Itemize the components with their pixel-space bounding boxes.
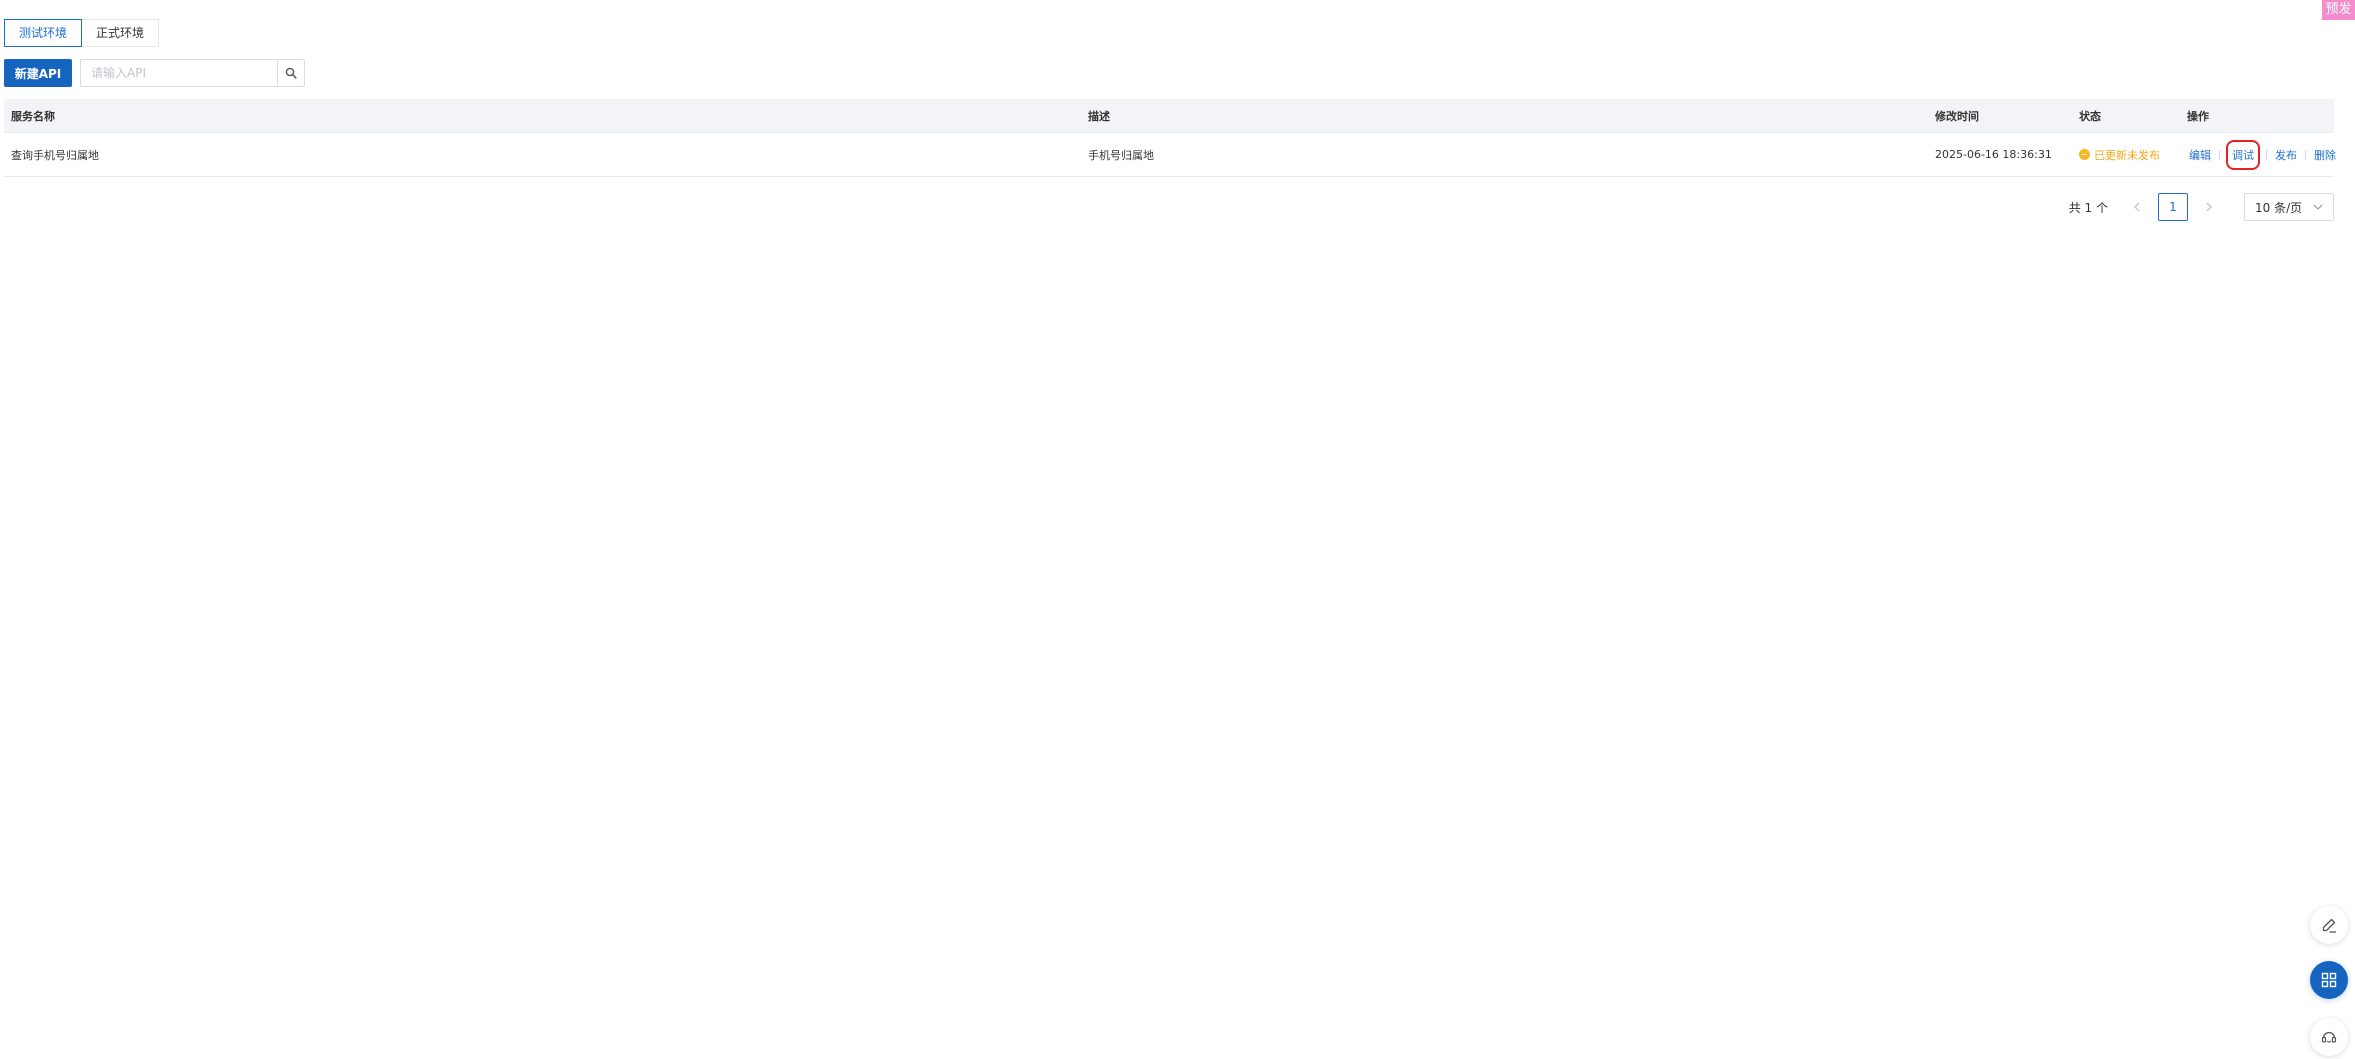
page-number-button[interactable]: 1 <box>2158 193 2188 221</box>
new-api-button[interactable]: 新建API <box>4 59 72 87</box>
chevron-right-icon <box>2206 202 2212 212</box>
column-header-modified-time: 修改时间 <box>1935 109 1979 123</box>
column-header-status: 状态 <box>2079 109 2101 123</box>
grid-apps-icon <box>2321 972 2337 988</box>
tab-test-environment[interactable]: 测试环境 <box>4 19 83 47</box>
feedback-edit-button[interactable] <box>2310 906 2348 944</box>
search-input[interactable] <box>81 60 277 86</box>
chevron-left-icon <box>2134 202 2140 212</box>
actions-cell: 编辑 调试 发布 删除 <box>2187 133 2338 176</box>
customer-service-button[interactable] <box>2310 1018 2348 1056</box>
status-cell: 已更新未发布 <box>2079 133 2160 176</box>
action-divider <box>2305 149 2306 160</box>
publish-link[interactable]: 发布 <box>2273 147 2299 163</box>
toolbar: 新建API <box>4 59 305 87</box>
chevron-down-icon <box>2313 204 2323 210</box>
column-header-name: 服务名称 <box>11 109 55 123</box>
next-page-button[interactable] <box>2194 193 2224 221</box>
status-badge: 已更新未发布 <box>2079 147 2160 163</box>
customer-service-icon <box>2321 1031 2337 1043</box>
api-table: 服务名称 描述 修改时间 状态 操作 查询手机号归属地 手机号归属地 2025-… <box>4 99 2336 177</box>
table-row: 查询手机号归属地 手机号归属地 2025-06-16 18:36:31 已更新未… <box>4 133 2336 177</box>
action-divider <box>2219 149 2220 160</box>
search-box <box>80 59 305 87</box>
column-header-description: 描述 <box>1088 109 1110 123</box>
delete-link[interactable]: 删除 <box>2312 147 2338 163</box>
debug-link[interactable]: 调试 <box>2226 139 2260 170</box>
search-icon <box>285 67 297 79</box>
environment-badge: 预发 <box>2322 0 2355 20</box>
pagination: 共 1 个 1 10 条/页 <box>2069 193 2334 221</box>
environment-tabs: 测试环境 正式环境 <box>4 19 160 47</box>
status-text: 已更新未发布 <box>2094 148 2160 162</box>
edit-pen-icon <box>2322 918 2336 933</box>
page-size-select[interactable]: 10 条/页 <box>2244 193 2334 221</box>
description-cell: 手机号归属地 <box>1088 148 1154 162</box>
column-header-actions: 操作 <box>2187 109 2209 123</box>
pagination-total: 共 1 个 <box>2068 200 2108 215</box>
tab-production-environment[interactable]: 正式环境 <box>82 19 160 47</box>
page-size-value: 10 条/页 <box>2255 200 2303 215</box>
prev-page-button[interactable] <box>2122 193 2152 221</box>
apps-menu-button[interactable] <box>2310 961 2348 999</box>
status-pending-icon <box>2079 149 2090 160</box>
service-name-cell: 查询手机号归属地 <box>11 148 99 162</box>
search-button[interactable] <box>277 60 304 86</box>
action-divider <box>2266 149 2267 160</box>
table-header: 服务名称 描述 修改时间 状态 操作 <box>4 99 2334 133</box>
edit-link[interactable]: 编辑 <box>2187 147 2213 163</box>
modified-time-cell: 2025-06-16 18:36:31 <box>1935 148 2052 161</box>
